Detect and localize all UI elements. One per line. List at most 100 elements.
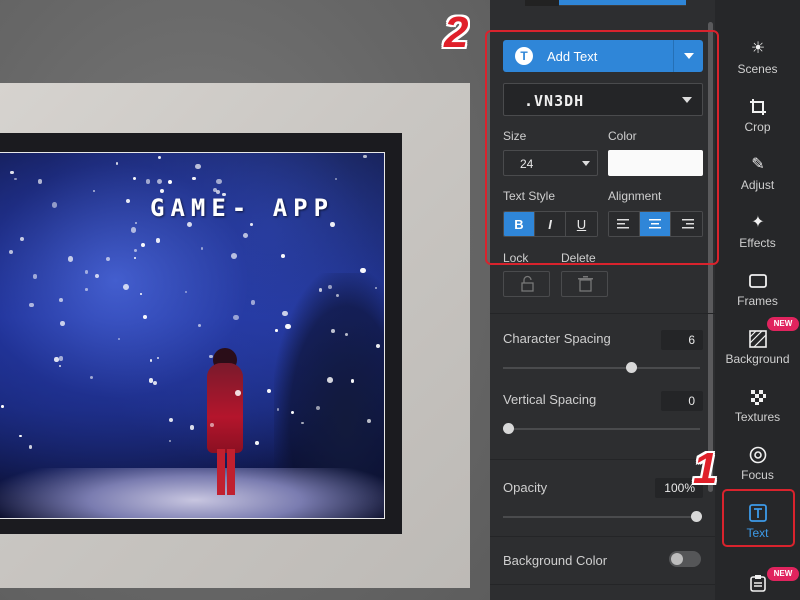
snow-particle — [157, 155, 162, 160]
figure-coat — [207, 363, 243, 453]
sidebar-item-label: Crop — [744, 120, 771, 134]
character-spacing-label: Character Spacing — [503, 331, 611, 346]
snow-particle — [235, 390, 241, 396]
lock-icon — [521, 275, 534, 292]
snow-particle — [93, 189, 96, 192]
vertical-spacing-value[interactable]: 0 — [661, 391, 703, 411]
snow-particle — [84, 270, 89, 274]
top-tab[interactable] — [525, 0, 559, 6]
sidebar-item-label: Textures — [734, 410, 781, 424]
focus-icon — [749, 446, 767, 464]
character-spacing-slider[interactable] — [503, 367, 700, 369]
annotation-number-1: 1 — [693, 444, 718, 493]
snow-particle — [367, 418, 372, 423]
snow-ground — [0, 468, 384, 518]
character-spacing-value[interactable]: 6 — [661, 330, 703, 350]
sidebar-item-adjust[interactable]: ✎ Adjust — [715, 148, 800, 204]
snow-particle — [231, 253, 238, 259]
snow-particle — [254, 441, 259, 445]
sidebar-item-crop[interactable]: Crop — [715, 90, 800, 146]
snow-particle — [160, 189, 165, 194]
snow-particle — [125, 199, 130, 204]
snow-particle — [140, 293, 143, 296]
snow-particle — [233, 315, 239, 321]
sidebar-item-label: Focus — [741, 468, 774, 482]
snow-particle — [189, 424, 195, 430]
snow-particle — [200, 247, 204, 251]
section-divider — [490, 459, 715, 460]
snow-particle — [146, 179, 151, 184]
snow-particle — [60, 321, 65, 326]
sidebar-item-frames[interactable]: Frames — [715, 264, 800, 320]
snow-particle — [115, 161, 119, 165]
figure-legs — [217, 449, 235, 495]
opacity-label: Opacity — [503, 480, 548, 495]
trash-icon — [578, 276, 593, 292]
snow-particle — [134, 249, 138, 253]
canvas-text-layer[interactable]: GAME- APP — [150, 194, 334, 222]
snow-particle — [209, 354, 213, 359]
sidebar-item-textures[interactable]: Textures — [715, 380, 800, 436]
snow-particle — [67, 256, 74, 262]
snow-particle — [133, 176, 137, 181]
snow-particle — [185, 290, 188, 293]
snow-particle — [275, 329, 278, 333]
snow-particle — [280, 254, 285, 259]
snow-particle — [140, 242, 146, 248]
snow-particle — [1, 405, 4, 409]
snow-particle — [363, 155, 367, 159]
snow-particle — [37, 179, 43, 184]
snow-particle — [10, 171, 14, 175]
snow-particle — [192, 176, 197, 181]
snow-particle — [14, 177, 17, 181]
snow-particle — [29, 302, 34, 308]
new-badge: NEW — [767, 317, 799, 331]
delete-button[interactable] — [561, 271, 608, 297]
vertical-spacing-label: Vertical Spacing — [503, 392, 597, 407]
snow-particle — [156, 357, 159, 360]
snow-particle — [123, 284, 130, 291]
snow-particle — [152, 380, 158, 386]
sidebar-item-scenes[interactable]: ☀ Scenes — [715, 32, 800, 88]
snow-particle — [195, 163, 202, 170]
vertical-spacing-handle[interactable] — [503, 423, 514, 434]
snow-particle — [350, 379, 355, 383]
snow-particle — [330, 221, 336, 227]
snow-particle — [28, 444, 33, 449]
character-spacing-handle[interactable] — [626, 362, 637, 373]
snow-particle — [148, 378, 154, 383]
snow-particle — [59, 297, 64, 302]
vertical-spacing-slider[interactable] — [503, 428, 700, 430]
snow-particle — [167, 179, 172, 185]
section-divider — [490, 313, 715, 314]
sidebar-item-effects[interactable]: ✦ Effects — [715, 206, 800, 262]
snow-particle — [334, 177, 338, 181]
section-divider — [490, 584, 715, 585]
snow-particle — [106, 256, 111, 261]
sidebar-item-label: Scenes — [737, 62, 778, 76]
background-color-toggle[interactable] — [669, 551, 701, 567]
adjust-icon: ✎ — [751, 156, 765, 173]
snow-particle — [315, 405, 320, 411]
snow-particle — [156, 238, 161, 243]
snow-particle — [9, 250, 14, 255]
snow-particle — [95, 273, 100, 278]
lock-button[interactable] — [503, 271, 550, 297]
sidebar-item-label: Background — [725, 352, 790, 366]
opacity-handle[interactable] — [691, 511, 702, 522]
snow-particle — [51, 202, 58, 208]
sidebar-item-focus[interactable]: Focus — [715, 438, 800, 494]
opacity-slider[interactable] — [503, 516, 700, 518]
snow-particle — [89, 375, 93, 379]
sidebar-item-label: Effects — [739, 236, 776, 250]
effects-icon: ✦ — [751, 214, 765, 231]
active-highlight — [722, 489, 795, 547]
snow-particle — [249, 222, 253, 226]
new-badge: NEW — [767, 567, 799, 581]
crop-icon — [749, 98, 767, 116]
scenes-icon: ☀ — [750, 40, 766, 57]
snow-particle — [130, 227, 137, 233]
snow-particle — [215, 178, 222, 185]
background-icon — [749, 330, 767, 348]
snow-particle — [198, 323, 202, 327]
